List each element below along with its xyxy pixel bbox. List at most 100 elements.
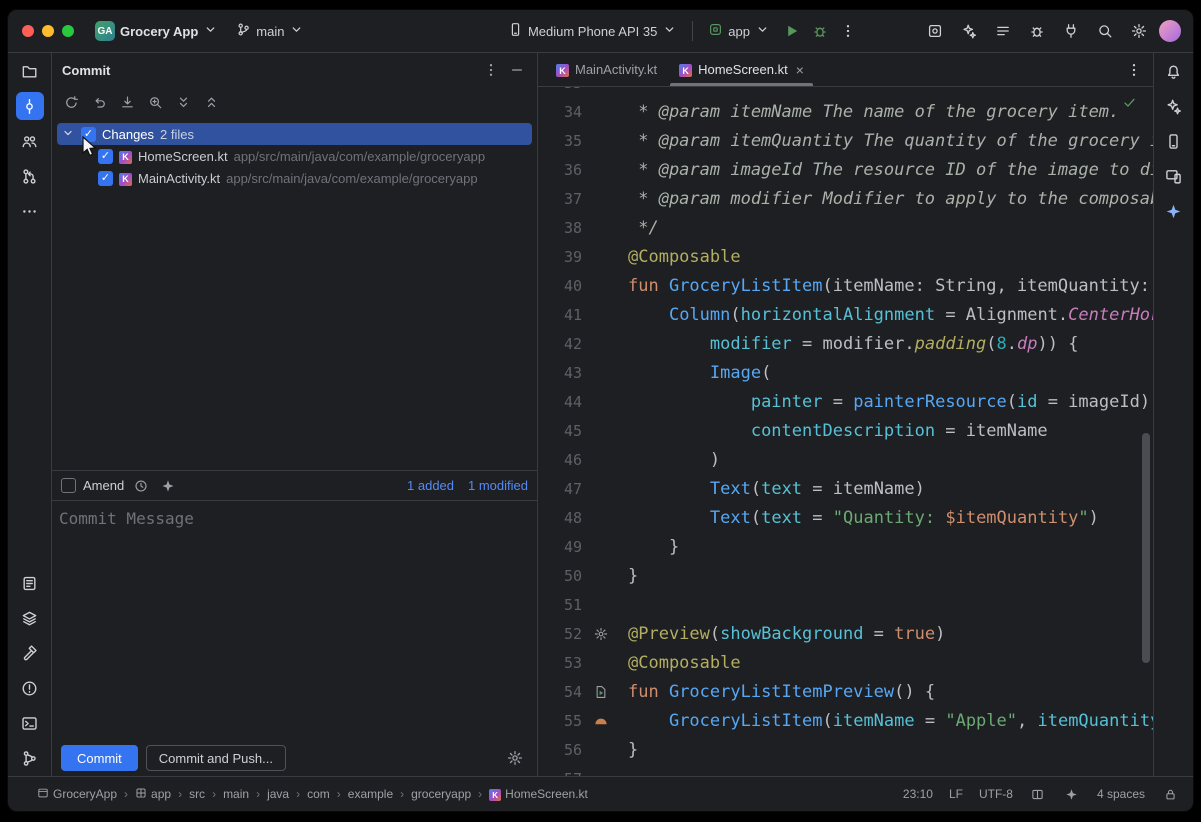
left-rail-bottom — [16, 569, 44, 772]
run-configuration-selector[interactable]: app — [701, 18, 777, 44]
editor-columns-icon[interactable] — [1029, 785, 1047, 803]
chevron-down-icon — [61, 126, 75, 143]
close-tab-icon[interactable]: × — [796, 63, 804, 77]
debugger-icon[interactable] — [1023, 17, 1051, 45]
device-manager-icon[interactable] — [1160, 127, 1188, 155]
build-tool-icon[interactable] — [16, 639, 44, 667]
terminal-tool-icon[interactable] — [16, 709, 44, 737]
breadcrumb-separator: › — [124, 787, 128, 801]
layout-inspector-icon[interactable] — [921, 17, 949, 45]
commit-button[interactable]: Commit — [61, 745, 138, 771]
debug-button[interactable] — [807, 18, 833, 44]
file-encoding[interactable]: UTF-8 — [979, 787, 1013, 801]
device-connect-icon[interactable] — [1057, 17, 1085, 45]
notifications-icon[interactable] — [1160, 57, 1188, 85]
commit-tool-icon[interactable] — [16, 92, 44, 120]
status-right: 23:10 LF UTF-8 4 spaces — [903, 785, 1179, 803]
commit-history-clock-icon[interactable] — [131, 476, 151, 496]
breadcrumb-item[interactable]: app — [132, 785, 174, 804]
commit-settings-gear-icon[interactable] — [502, 745, 528, 771]
running-devices-icon[interactable] — [1160, 162, 1188, 190]
breadcrumb-item[interactable]: groceryapp — [408, 785, 474, 803]
gemini-icon[interactable] — [1160, 92, 1188, 120]
team-tool-icon[interactable] — [16, 127, 44, 155]
breadcrumb-item[interactable]: java — [264, 785, 292, 803]
shelve-icon[interactable] — [116, 91, 138, 113]
problems-tool-icon[interactable] — [16, 674, 44, 702]
changed-file-row[interactable]: ✓KHomeScreen.ktapp/src/main/java/com/exa… — [52, 145, 537, 167]
breadcrumb-item[interactable]: src — [186, 785, 208, 803]
ai-commit-message-icon[interactable] — [158, 476, 178, 496]
kotlin-file-icon: K — [119, 170, 132, 186]
editor-tab[interactable]: KMainActivity.kt — [545, 53, 668, 86]
show-diff-icon[interactable] — [144, 91, 166, 113]
settings-gear-icon[interactable] — [1125, 17, 1153, 45]
breadcrumb-separator: › — [400, 787, 404, 801]
more-run-options-icon[interactable] — [835, 18, 861, 44]
breadcrumb-item[interactable]: KHomeScreen.kt — [486, 785, 591, 804]
zoom-window-button[interactable] — [62, 25, 74, 37]
expand-all-icon[interactable] — [172, 91, 194, 113]
kotlin-file-icon: K — [119, 148, 132, 164]
indent-setting[interactable]: 4 spaces — [1097, 787, 1145, 801]
gutter-gear-icon[interactable] — [582, 627, 620, 641]
file-checkbox[interactable]: ✓ — [98, 171, 113, 186]
chevron-down-icon — [289, 22, 304, 40]
resource-manager-tool-icon[interactable] — [16, 604, 44, 632]
editor-tab[interactable]: KHomeScreen.kt× — [668, 53, 815, 86]
code-line: 40fun GroceryListItem(itemName: String, … — [538, 271, 1153, 300]
breadcrumb-item[interactable]: main — [220, 785, 252, 803]
project-selector[interactable]: GA Grocery App — [88, 17, 225, 45]
ai-status-sparkle-icon[interactable] — [1063, 785, 1081, 803]
branch-selector[interactable]: main — [229, 18, 311, 44]
file-lock-icon[interactable] — [1161, 785, 1179, 803]
changes-group-checkbox[interactable]: ✓ — [81, 127, 96, 142]
editor-tabbar: KMainActivity.ktKHomeScreen.kt× — [538, 53, 1153, 87]
commit-and-push-button[interactable]: Commit and Push... — [146, 745, 286, 771]
editor-surface[interactable]: 33 *34 * @param itemName The name of the… — [538, 87, 1153, 776]
rollback-icon[interactable] — [88, 91, 110, 113]
collapse-all-icon[interactable] — [200, 91, 222, 113]
code-line: 44 painter = painterResource(id = imageI… — [538, 387, 1153, 416]
refresh-icon[interactable] — [60, 91, 82, 113]
close-window-button[interactable] — [22, 25, 34, 37]
hide-panel-icon[interactable] — [505, 58, 529, 82]
changed-file-row[interactable]: ✓KMainActivity.ktapp/src/main/java/com/e… — [52, 167, 537, 189]
line-separator[interactable]: LF — [949, 787, 963, 801]
editor-scrollbar[interactable] — [1142, 433, 1150, 663]
file-checkbox[interactable]: ✓ — [98, 149, 113, 164]
gutter-dome-icon[interactable] — [582, 714, 620, 728]
cursor-position[interactable]: 23:10 — [903, 787, 933, 801]
tab-options-icon[interactable] — [1121, 57, 1147, 83]
breadcrumb-item[interactable]: GroceryApp — [34, 785, 120, 804]
line-number: 49 — [538, 538, 582, 556]
user-avatar[interactable] — [1159, 20, 1181, 42]
task-list-icon[interactable] — [989, 17, 1017, 45]
logcat-tool-icon[interactable] — [16, 569, 44, 597]
changes-group-row[interactable]: ✓ Changes 2 files — [57, 123, 532, 145]
assistant-sparkle-icon[interactable] — [1160, 197, 1188, 225]
titlebar-right — [921, 17, 1181, 45]
minimize-window-button[interactable] — [42, 25, 54, 37]
code-line: 37 * @param modifier Modifier to apply t… — [538, 184, 1153, 213]
breadcrumb-item[interactable]: example — [345, 785, 396, 803]
chevron-down-icon — [755, 22, 770, 40]
version-control-tool-icon[interactable] — [16, 744, 44, 772]
inspections-ok-icon[interactable] — [1122, 95, 1137, 113]
pull-requests-tool-icon[interactable] — [16, 162, 44, 190]
divider — [692, 21, 693, 41]
search-everywhere-icon[interactable] — [1091, 17, 1119, 45]
breadcrumb-separator: › — [212, 787, 216, 801]
commit-message-input[interactable] — [52, 501, 537, 740]
more-tool-windows-icon[interactable] — [16, 197, 44, 225]
project-tool-icon[interactable] — [16, 57, 44, 85]
ai-actions-icon[interactable] — [955, 17, 983, 45]
code-line: 33 * — [538, 87, 1153, 97]
amend-checkbox[interactable] — [61, 478, 76, 493]
line-number: 45 — [538, 422, 582, 440]
panel-options-icon[interactable] — [479, 58, 503, 82]
run-button[interactable] — [779, 18, 805, 44]
gutter-runfile-icon[interactable] — [582, 685, 620, 699]
breadcrumb-item[interactable]: com — [304, 785, 333, 803]
device-selector[interactable]: Medium Phone API 35 — [501, 18, 684, 44]
